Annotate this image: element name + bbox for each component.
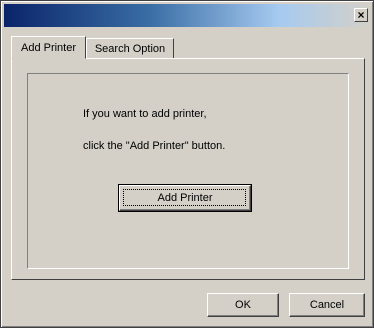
ok-button-label: OK — [235, 299, 251, 311]
add-printer-button-label: Add Printer — [157, 192, 213, 204]
tab-add-printer[interactable]: Add Printer — [11, 36, 86, 59]
close-icon: × — [357, 8, 365, 22]
instruction-line-1: If you want to add printer, — [83, 108, 207, 120]
title-bar[interactable]: × — [4, 4, 370, 27]
tab-add-printer-label: Add Printer — [20, 41, 77, 54]
ok-button[interactable]: OK — [207, 293, 279, 317]
cancel-button-label: Cancel — [309, 299, 345, 311]
close-button[interactable]: × — [354, 8, 368, 22]
add-printer-dialog: × Add Printer Search Option If you want … — [0, 0, 374, 328]
tab-search-option-label: Search Option — [94, 42, 166, 55]
tab-panel: If you want to add printer, click the "A… — [11, 58, 365, 280]
instruction-line-2: click the "Add Printer" button. — [83, 140, 226, 152]
tab-search-option[interactable]: Search Option — [86, 38, 174, 58]
cancel-button[interactable]: Cancel — [289, 293, 365, 317]
content-box: If you want to add printer, click the "A… — [27, 73, 349, 269]
add-printer-button[interactable]: Add Printer — [118, 184, 252, 212]
